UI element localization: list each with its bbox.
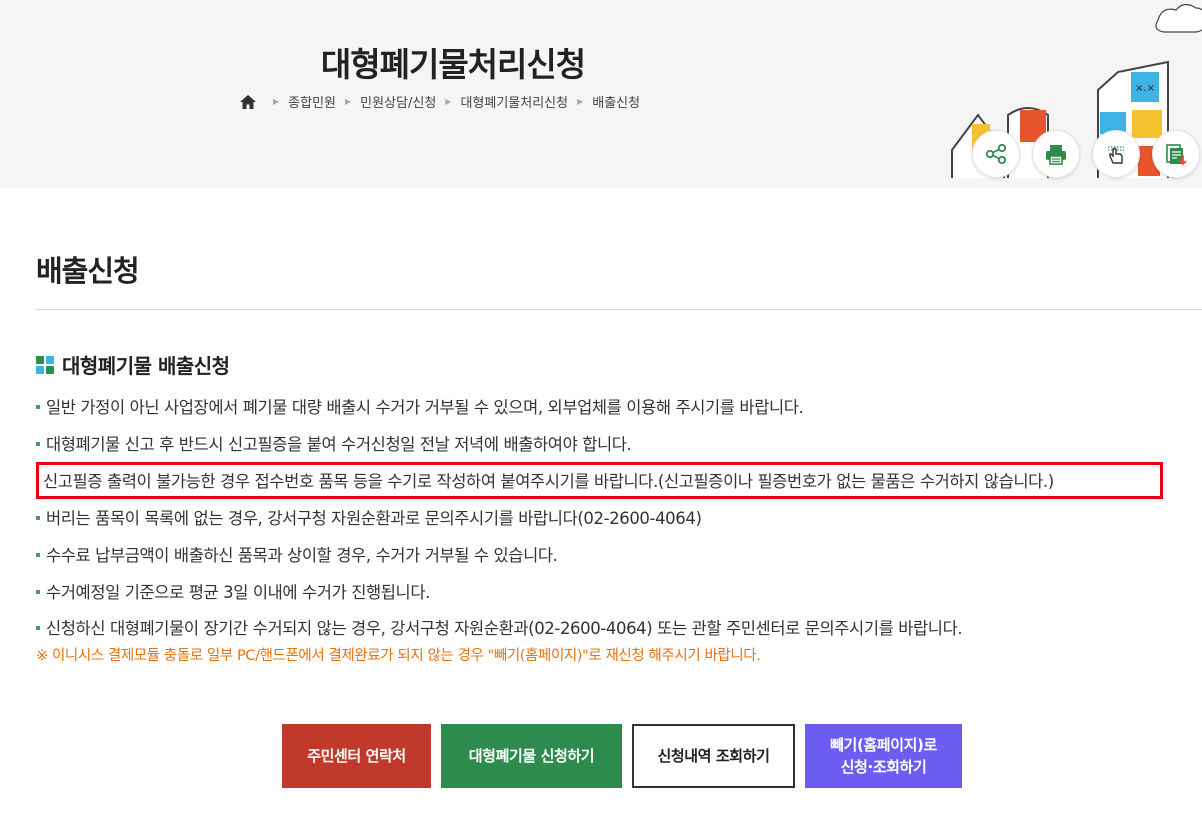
- download-button[interactable]: [1152, 130, 1200, 178]
- apply-large-waste-button[interactable]: 대형폐기물 신청하기: [441, 724, 622, 788]
- bullet: [36, 515, 40, 520]
- print-icon: [1046, 145, 1066, 165]
- breadcrumb-separator: ▶: [445, 97, 452, 106]
- notice-item: 일반 가정이 아닌 사업장에서 폐기물 대량 배출시 수거가 거부될 수 있으며…: [36, 388, 1196, 425]
- download-icon: [1166, 144, 1187, 166]
- ppaegi-button-line2: 신청·조회하기: [840, 758, 927, 776]
- bullet: [36, 405, 40, 410]
- share-icon: [985, 143, 1007, 165]
- payment-warning: ※ 이니시스 결제모듈 충돌로 일부 PC/핸드폰에서 결제완료가 되지 않는 …: [36, 648, 761, 664]
- bullet: [36, 626, 40, 631]
- ppaegi-homepage-button[interactable]: 빼기(홈페이지)로 신청·조회하기: [805, 724, 962, 788]
- breadcrumb-item-large-waste[interactable]: 대형폐기물처리신청: [460, 92, 568, 111]
- bullet: [36, 442, 40, 447]
- hand-pointer-icon: [1108, 146, 1124, 164]
- notice-text: 일반 가정이 아닌 사업장에서 폐기물 대량 배출시 수거가 거부될 수 있으며…: [46, 398, 804, 418]
- notice-item: 대형폐기물 신고 후 반드시 신고필증을 붙여 수거신청일 전날 저녁에 배출하…: [36, 425, 1196, 462]
- notice-list: 일반 가정이 아닌 사업장에서 폐기물 대량 배출시 수거가 거부될 수 있으며…: [36, 388, 1196, 646]
- bullet: [36, 589, 40, 594]
- action-buttons: 주민센터 연락처 대형폐기물 신청하기 신청내역 조회하기 빼기(홈페이지)로 …: [282, 724, 962, 788]
- sub-heading: 대형폐기물 배출신청: [36, 350, 230, 379]
- breadcrumb-separator: ▶: [577, 97, 584, 106]
- print-button[interactable]: [1032, 130, 1080, 178]
- notice-text: 수수료 납부금액이 배출하신 품목과 상이할 경우, 수거가 거부될 수 있습니…: [46, 545, 558, 565]
- section-title: 배출신청: [36, 254, 140, 288]
- breadcrumb-item-consult[interactable]: 민원상담/신청: [360, 92, 436, 111]
- notice-text: 대형폐기물 신고 후 반드시 신고필증을 붙여 수거신청일 전날 저녁에 배출하…: [46, 435, 632, 455]
- community-center-contact-button[interactable]: 주민센터 연락처: [282, 724, 431, 788]
- bullet: [36, 552, 40, 557]
- breadcrumb: ▶ 종합민원 ▶ 민원상담/신청 ▶ 대형폐기물처리신청 ▶ 배출신청: [240, 92, 640, 111]
- notice-item-highlighted: 신고필증 출력이 불가능한 경우 접수번호 품목 등을 수기로 작성하여 붙여주…: [36, 461, 1163, 499]
- page-header: 대형폐기물처리신청 ▶ 종합민원 ▶ 민원상담/신청 ▶ 대형폐기물처리신청 ▶…: [0, 0, 1202, 188]
- touch-button[interactable]: [1092, 130, 1140, 178]
- page-title: 대형폐기물처리신청: [320, 45, 586, 84]
- breadcrumb-separator: ▶: [345, 97, 352, 106]
- sub-heading-label: 대형폐기물 배출신청: [62, 354, 230, 378]
- divider: [36, 309, 1202, 310]
- breadcrumb-separator: ▶: [273, 97, 280, 106]
- notice-text: 버리는 품목이 목록에 없는 경우, 강서구청 자원순환과로 문의주시기를 바랍…: [46, 508, 702, 528]
- notice-item: 수거예정일 기준으로 평균 3일 이내에 수거가 진행됩니다.: [36, 572, 1196, 609]
- notice-text: 신고필증 출력이 불가능한 경우 접수번호 품목 등을 수기로 작성하여 붙여주…: [43, 472, 1054, 492]
- svg-text:×.×: ×.×: [1135, 83, 1155, 94]
- breadcrumb-item-current[interactable]: 배출신청: [592, 92, 640, 111]
- notice-item: 수수료 납부금액이 배출하신 품목과 상이할 경우, 수거가 거부될 수 있습니…: [36, 535, 1196, 572]
- notice-item: 신청하신 대형폐기물이 장기간 수거되지 않는 경우, 강서구청 자원순환과(0…: [36, 609, 1196, 646]
- grid-bullet-icon: [36, 355, 54, 374]
- ppaegi-button-line1: 빼기(홈페이지)로: [830, 736, 937, 754]
- notice-text: 신청하신 대형폐기물이 장기간 수거되지 않는 경우, 강서구청 자원순환과(0…: [46, 619, 963, 639]
- application-history-button[interactable]: 신청내역 조회하기: [632, 724, 795, 788]
- home-icon[interactable]: [240, 94, 256, 109]
- share-button[interactable]: [972, 130, 1020, 178]
- page-tools: [972, 130, 1200, 178]
- notice-item: 버리는 품목이 목록에 없는 경우, 강서구청 자원순환과로 문의주시기를 바랍…: [36, 499, 1196, 536]
- notice-text: 수거예정일 기준으로 평균 3일 이내에 수거가 진행됩니다.: [46, 582, 430, 602]
- breadcrumb-item-general[interactable]: 종합민원: [288, 92, 336, 111]
